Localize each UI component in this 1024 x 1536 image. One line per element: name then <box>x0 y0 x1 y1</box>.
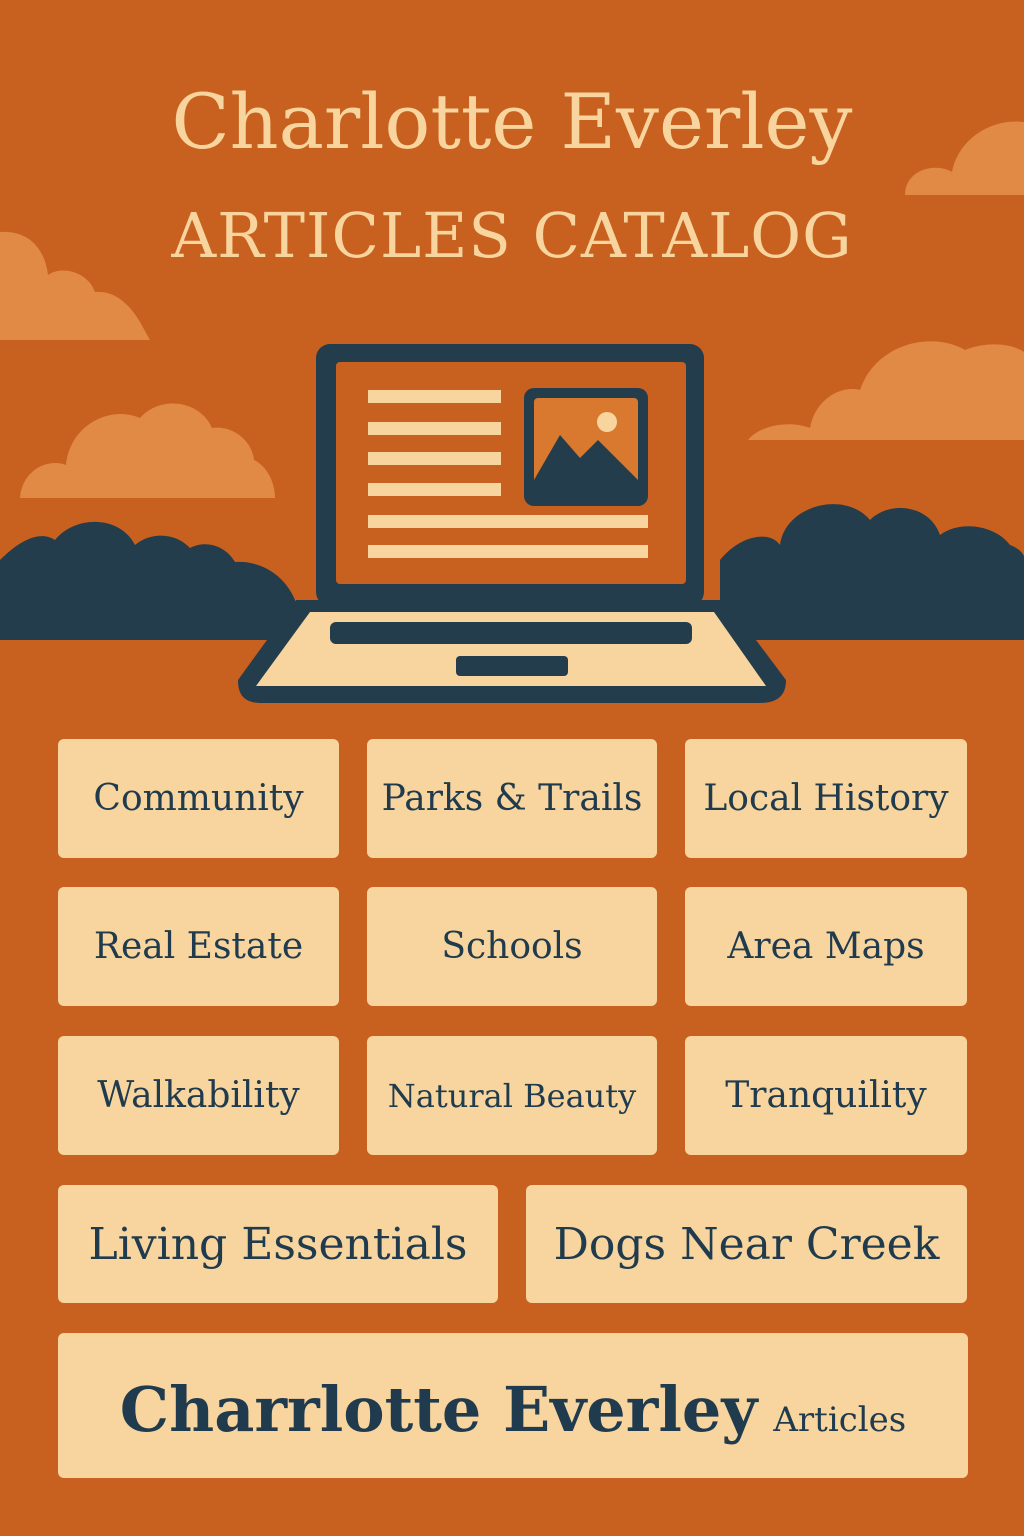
banner-title: Charrlotte Everley <box>119 1373 758 1446</box>
category-label: Natural Beauty <box>387 1076 637 1115</box>
category-real-estate-button[interactable]: Real Estate <box>58 887 339 1006</box>
category-local-history-button[interactable]: Local History <box>685 739 967 858</box>
category-label: Schools <box>441 926 583 967</box>
category-label: Area Maps <box>727 926 925 967</box>
page-title: Charlotte Everley <box>171 77 853 166</box>
category-label: Community <box>93 778 304 819</box>
page-subtitle: ARTICLES CATALOG <box>171 199 853 272</box>
category-label: Dogs Near Creek <box>553 1218 940 1270</box>
articles-banner-button[interactable]: Charrlotte Everley Articles <box>58 1333 968 1478</box>
category-label: Real Estate <box>93 926 304 967</box>
category-natural-beauty-button[interactable]: Natural Beauty <box>367 1036 657 1155</box>
category-area-maps-button[interactable]: Area Maps <box>685 887 967 1006</box>
catalog-page: Charlotte Everley ARTICLES CATALOG Commu… <box>0 0 1024 1536</box>
category-label: Living Essentials <box>88 1218 468 1270</box>
category-label: Local History <box>703 778 949 819</box>
category-living-essentials-button[interactable]: Living Essentials <box>58 1185 498 1303</box>
category-label: Tranquility <box>725 1075 927 1116</box>
laptop-article-icon <box>238 344 786 703</box>
category-label: Walkability <box>97 1075 300 1116</box>
category-walkability-button[interactable]: Walkability <box>58 1036 339 1155</box>
category-tranquility-button[interactable]: Tranquility <box>685 1036 967 1155</box>
category-label: Parks & Trails <box>381 778 643 819</box>
banner-subtitle: Articles <box>773 1400 907 1440</box>
mountain-image-icon <box>524 388 648 506</box>
category-community-button[interactable]: Community <box>58 739 339 858</box>
cloud-icon <box>20 403 275 498</box>
category-parks-trails-button[interactable]: Parks & Trails <box>367 739 657 858</box>
category-schools-button[interactable]: Schools <box>367 887 657 1006</box>
cloud-icon <box>748 341 1024 440</box>
category-dogs-near-creek-button[interactable]: Dogs Near Creek <box>526 1185 967 1303</box>
